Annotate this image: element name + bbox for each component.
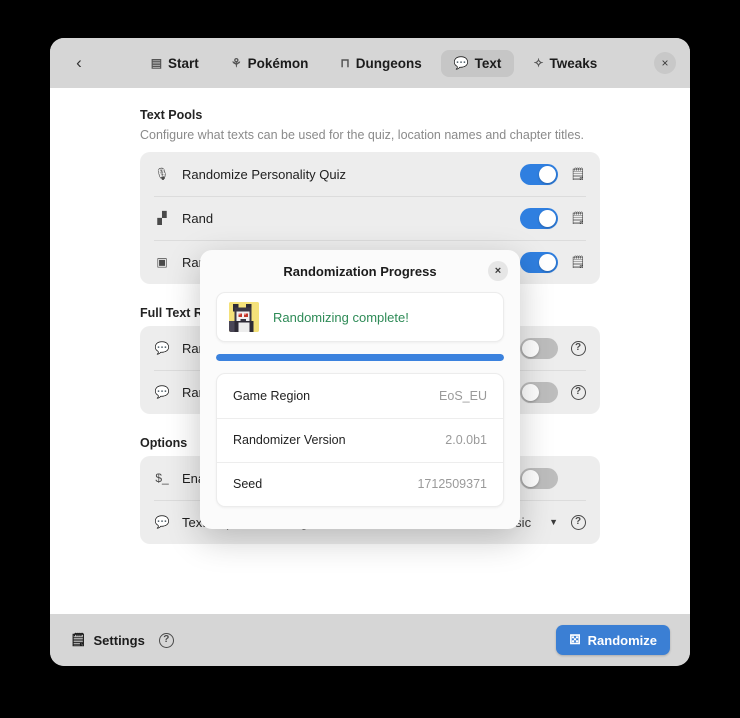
edit-document-icon: 🗒 [70,632,87,647]
randomization-progress-dialog: Randomization Progress × Randomizing com… [200,250,520,529]
status-message: Randomizing complete! [273,309,409,325]
edit-icon[interactable]: 🗒 [570,211,586,225]
info-key: Game Region [233,389,311,403]
settings-button[interactable]: 🗒 Settings [70,632,145,648]
help-icon-wrapper[interactable]: ? [570,514,586,530]
close-icon: × [661,56,669,70]
section-title: Text Pools [140,108,203,122]
randomize-button[interactable]: ⚄ Randomize [556,625,670,655]
close-icon: × [494,265,502,277]
info-key: Seed [233,477,263,491]
magic-wand-icon: ✧ [533,56,544,70]
toggle-full-text-2[interactable] [520,381,558,403]
run-info-card: Game Region EoS_EU Randomizer Version 2.… [216,373,504,507]
progress-bar [216,354,504,361]
tab-text[interactable]: 💬 Text [440,49,515,77]
info-key: Randomizer Version [233,433,346,447]
terminal-icon: $_ [155,471,169,485]
tab-tweaks-label: Tweaks [549,55,598,71]
info-value: 1712509371 [417,477,487,491]
speech-icon: 💬 [154,515,170,529]
settings-button-label: Settings [93,632,145,648]
toggle-knob [539,253,556,271]
randomize-button-label: Randomize [587,632,657,648]
titlebar: ‹ ▤ Start ⚘ Pokémon ⊓ Dungeons 💬 Text ✧ … [50,38,690,88]
footer-bar: 🗒 Settings ? ⚄ Randomize [50,614,690,666]
info-row-seed: Seed 1712509371 [217,462,503,506]
chart-icon: ▞ [157,211,167,225]
help-icon: ? [570,384,586,400]
chevron-down-icon[interactable]: ▼ [549,517,558,527]
toggle-knob [522,339,539,357]
row-label: Rand [182,210,214,226]
tab-start-label: Start [168,55,199,71]
dialog-header: Randomization Progress × [200,250,520,292]
tab-dungeons[interactable]: ⊓ Dungeons [327,50,434,77]
info-value: EoS_EU [439,389,487,403]
row-randomize-personality-quiz[interactable]: 🎙 Randomize Personality Quiz 🗒 [140,152,600,196]
speech-icon: 💬 [154,341,170,355]
toggle-text-pool-2[interactable] [520,207,558,229]
pokemon-sprite-icon [229,302,259,332]
toggle-full-text-1[interactable] [520,337,558,359]
speech-icon: 💬 [154,385,170,399]
row-label: Randomize Personality Quiz [182,166,347,182]
dialog-close-button[interactable]: × [488,261,508,281]
back-button[interactable]: ‹ [64,48,94,78]
tab-bar: ▤ Start ⚘ Pokémon ⊓ Dungeons 💬 Text ✧ Tw… [94,49,654,77]
toggle-knob [539,209,556,227]
help-icon: ? [570,340,586,356]
help-icon-wrapper[interactable]: ? [570,384,586,400]
toggle-knob [522,469,539,487]
dice-icon: ⚄ [569,632,581,647]
help-icon-wrapper[interactable]: ? [570,340,586,356]
tab-pokemon[interactable]: ⚘ Pokémon [218,50,322,77]
back-chevron-icon: ‹ [76,53,82,72]
tab-pokemon-label: Pokémon [247,55,309,71]
toggle-knob [539,165,556,183]
row-text-pool-2[interactable]: ▞ Rand 🗒 [140,196,600,240]
info-value: 2.0.0b1 [445,433,487,447]
microphone-icon: 🎙 [154,167,170,181]
tab-start[interactable]: ▤ Start [138,50,212,77]
frame-icon: ▣ [156,255,168,269]
section-description: Configure what texts can be used for the… [140,128,585,142]
progress-bar-fill [216,354,504,361]
dialog-title: Randomization Progress [283,263,437,279]
content-area: Text Pools Configure what texts can be u… [50,88,690,614]
help-icon[interactable]: ? [158,632,174,648]
tab-dungeons-label: Dungeons [355,55,422,71]
screen: ‹ ▤ Start ⚘ Pokémon ⊓ Dungeons 💬 Text ✧ … [0,0,740,718]
edit-icon[interactable]: 🗒 [570,255,586,269]
help-icon: ? [570,514,586,530]
toggle-enable-option[interactable] [520,467,558,489]
dialog-body: Randomizing complete! Game Region EoS_EU [200,292,520,529]
info-row-randomizer-version: Randomizer Version 2.0.0b1 [217,418,503,462]
tab-text-label: Text [474,55,502,71]
app-window: ‹ ▤ Start ⚘ Pokémon ⊓ Dungeons 💬 Text ✧ … [50,38,690,666]
toggle-text-pool-3[interactable] [520,251,558,273]
window-close-button[interactable]: × [654,52,676,74]
tab-tweaks[interactable]: ✧ Tweaks [520,50,610,77]
info-row-game-region: Game Region EoS_EU [217,374,503,418]
dungeon-icon: ⊓ [340,56,350,70]
toggle-knob [522,383,539,401]
toggle-randomize-personality-quiz[interactable] [520,163,558,185]
pokemon-icon: ⚘ [230,56,242,70]
status-card: Randomizing complete! [216,292,504,342]
clipboard-icon: ▤ [150,56,163,70]
speech-icon: 💬 [453,56,469,70]
edit-icon[interactable]: 🗒 [570,167,586,181]
